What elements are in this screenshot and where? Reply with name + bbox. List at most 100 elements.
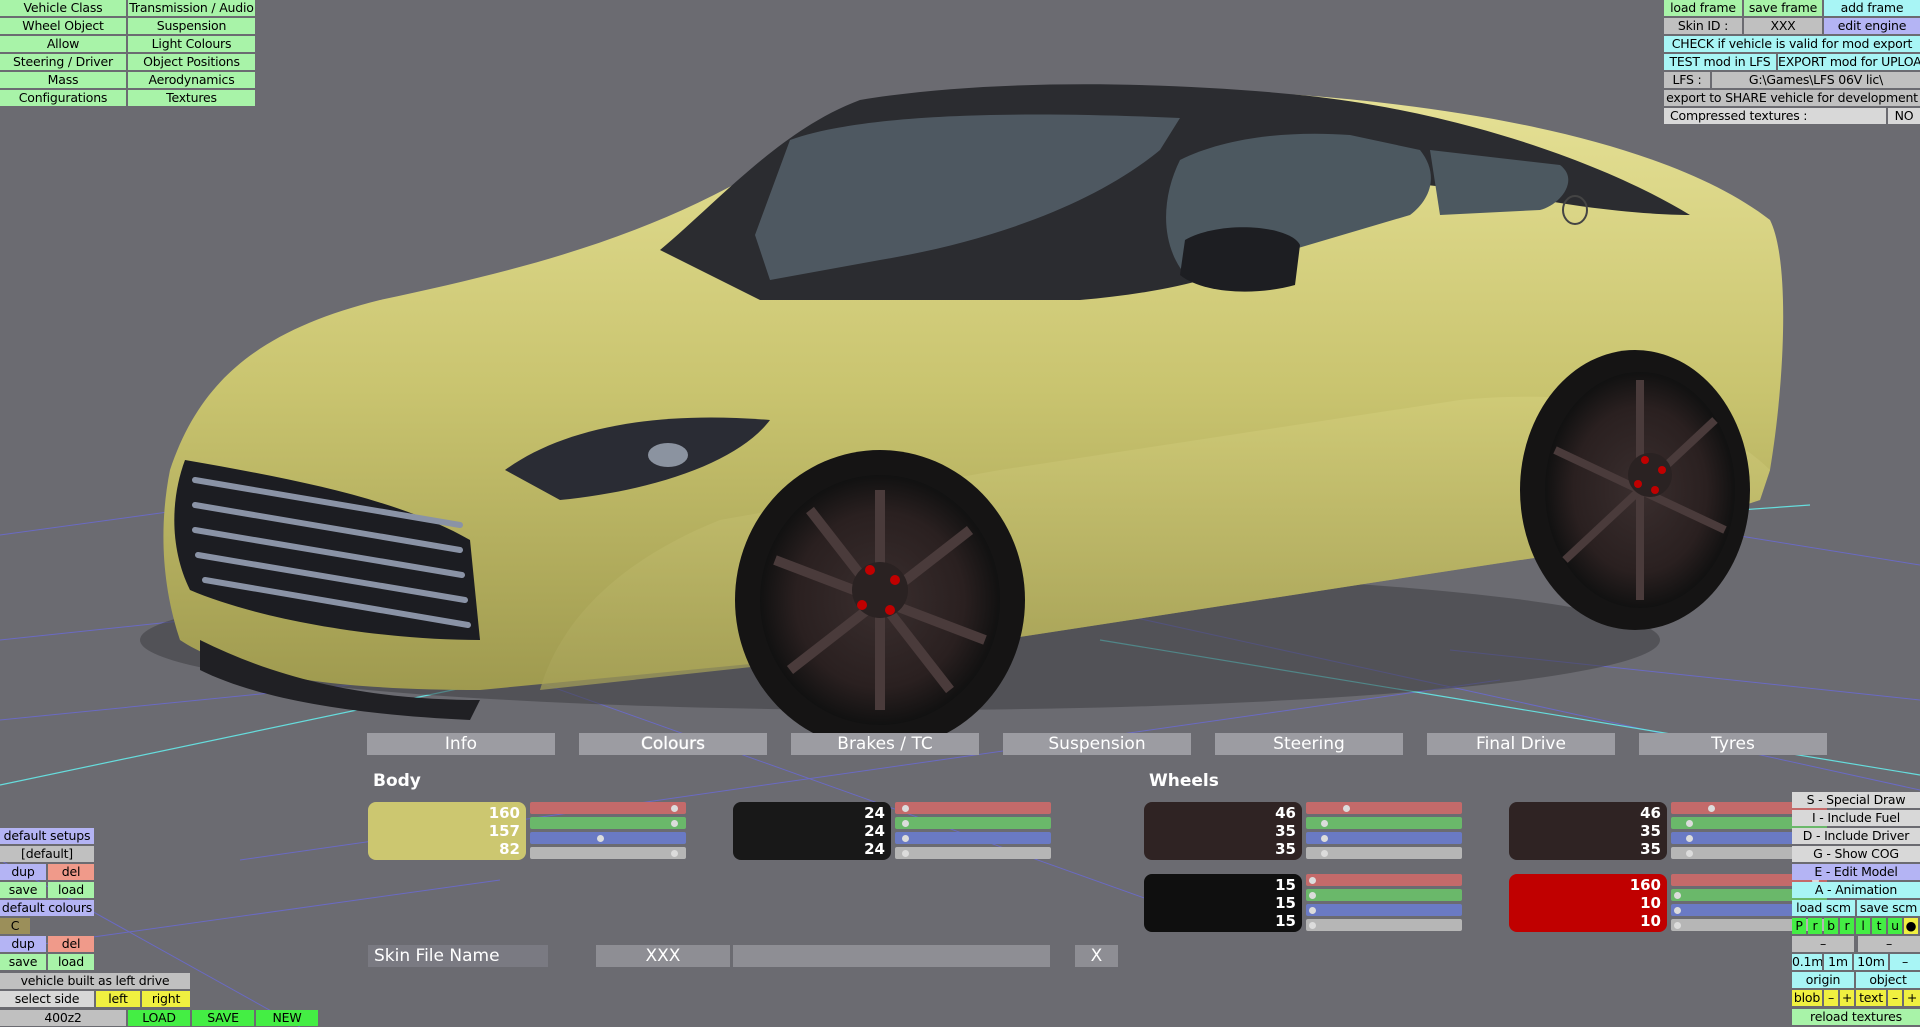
slider-alpha-wheel-a[interactable] — [1306, 847, 1462, 859]
slider-red-wheel-c[interactable] — [1306, 874, 1462, 886]
suspension-button[interactable]: Suspension — [128, 18, 255, 34]
display-flag-7[interactable]: ● — [1904, 918, 1918, 934]
steering-driver-button[interactable]: Steering / Driver — [0, 54, 126, 70]
reload-textures-button[interactable]: reload textures — [1792, 1009, 1920, 1025]
display-flag-3[interactable]: r — [1840, 918, 1854, 934]
slider-green-body-second[interactable] — [895, 817, 1051, 829]
animation-button[interactable]: A - Animation — [1792, 882, 1920, 898]
model-load-button[interactable]: LOAD — [128, 1010, 190, 1026]
model-new-button[interactable]: NEW — [256, 1010, 318, 1026]
slider-knob[interactable] — [902, 820, 909, 827]
slider-knob[interactable] — [671, 850, 678, 857]
vehicle-3d-viewport[interactable] — [0, 0, 1920, 1027]
slider-knob[interactable] — [1309, 877, 1316, 884]
slider-alpha-wheel-c[interactable] — [1306, 919, 1462, 931]
slider-knob[interactable] — [1309, 922, 1316, 929]
side-right-button[interactable]: right — [142, 991, 190, 1007]
text-plus-button[interactable]: + — [1904, 990, 1920, 1006]
slider-blue-wheel-c[interactable] — [1306, 904, 1462, 916]
display-flag-4[interactable]: l — [1856, 918, 1870, 934]
aerodynamics-button[interactable]: Aerodynamics — [128, 72, 255, 88]
allow-button[interactable]: Allow — [0, 36, 126, 52]
slider-knob[interactable] — [1686, 820, 1693, 827]
step-1m-button[interactable]: 1m — [1824, 954, 1852, 970]
skin-id-value[interactable]: XXX — [1744, 18, 1822, 34]
default-setups-button[interactable]: default setups — [0, 828, 94, 844]
default-setup-item[interactable]: [default] — [0, 846, 94, 862]
object-button[interactable]: object — [1856, 972, 1920, 988]
wheel-object-button[interactable]: Wheel Object — [0, 18, 126, 34]
slider-knob[interactable] — [1309, 892, 1316, 899]
display-flag-1[interactable]: r — [1808, 918, 1822, 934]
slider-alpha-body-second[interactable] — [895, 847, 1051, 859]
vehicle-class-button[interactable]: Vehicle Class — [0, 0, 126, 16]
slider-knob[interactable] — [671, 820, 678, 827]
save-frame-button[interactable]: save frame — [1744, 0, 1822, 16]
skin-file-name-value[interactable]: XXX — [596, 945, 730, 967]
setup-del-button[interactable]: del — [48, 864, 94, 880]
step-0-1m-button[interactable]: 0.1m — [1792, 954, 1822, 970]
slider-knob[interactable] — [1309, 907, 1316, 914]
mass-button[interactable]: Mass — [0, 72, 126, 88]
slider-knob[interactable] — [1321, 850, 1328, 857]
display-flag-5[interactable]: t — [1872, 918, 1886, 934]
slider-knob[interactable] — [1686, 850, 1693, 857]
light-colours-button[interactable]: Light Colours — [128, 36, 255, 52]
show-cog-button[interactable]: G - Show COG — [1792, 846, 1920, 862]
check-valid-button[interactable]: CHECK if vehicle is valid for mod export — [1664, 36, 1920, 52]
display-flag-2[interactable]: b — [1824, 918, 1838, 934]
slider-green-wheel-a[interactable] — [1306, 817, 1462, 829]
slider-knob[interactable] — [1708, 805, 1715, 812]
slider-alpha-body-main[interactable] — [530, 847, 686, 859]
colour-swatch-wheel-d[interactable]: 160 10 10 — [1509, 874, 1667, 932]
tab-steering[interactable]: Steering — [1215, 733, 1403, 755]
test-mod-button[interactable]: TEST mod in LFS — [1664, 54, 1776, 70]
step-10m-button[interactable]: 10m — [1854, 954, 1888, 970]
tab-colours[interactable]: Colours — [579, 733, 767, 755]
text-minus-button[interactable]: – — [1888, 990, 1902, 1006]
slider-knob[interactable] — [1686, 835, 1693, 842]
slider-blue-body-second[interactable] — [895, 832, 1051, 844]
colour-del-button[interactable]: del — [48, 936, 94, 952]
slider-knob[interactable] — [1321, 820, 1328, 827]
skin-close-button[interactable]: X — [1075, 945, 1118, 967]
model-name-field[interactable]: 400z2 — [0, 1010, 126, 1026]
include-fuel-button[interactable]: I - Include Fuel — [1792, 810, 1920, 826]
setup-dup-button[interactable]: dup — [0, 864, 46, 880]
tab-brakes-tc[interactable]: Brakes / TC — [791, 733, 979, 755]
slider-blue-wheel-a[interactable] — [1306, 832, 1462, 844]
colour-swatch-wheel-a[interactable]: 46 35 35 — [1144, 802, 1302, 860]
slider-red-body-second[interactable] — [895, 802, 1051, 814]
colour-swatch-wheel-b[interactable]: 46 35 35 — [1509, 802, 1667, 860]
blob-plus-button[interactable]: + — [1840, 990, 1854, 1006]
setup-load-button[interactable]: load — [48, 882, 94, 898]
edit-model-button[interactable]: E - Edit Model — [1792, 864, 1920, 880]
blob-minus-button[interactable]: – — [1824, 990, 1838, 1006]
include-driver-button[interactable]: D - Include Driver — [1792, 828, 1920, 844]
special-draw-button[interactable]: S - Special Draw — [1792, 792, 1920, 808]
object-positions-button[interactable]: Object Positions — [128, 54, 255, 70]
tab-suspension[interactable]: Suspension — [1003, 733, 1191, 755]
default-colours-button[interactable]: default colours — [0, 900, 94, 916]
compressed-textures-toggle[interactable]: NO — [1888, 108, 1920, 124]
setup-save-button[interactable]: save — [0, 882, 46, 898]
slider-knob[interactable] — [1343, 805, 1350, 812]
slider-blue-body-main[interactable] — [530, 832, 686, 844]
colour-swatch-body-second[interactable]: 24 24 24 — [733, 802, 891, 860]
tab-tyres[interactable]: Tyres — [1639, 733, 1827, 755]
colour-swatch-wheel-c[interactable]: 15 15 15 — [1144, 874, 1302, 932]
load-frame-button[interactable]: load frame — [1664, 0, 1742, 16]
colour-save-button[interactable]: save — [0, 954, 46, 970]
display-flag-6[interactable]: u — [1888, 918, 1902, 934]
slider-red-wheel-a[interactable] — [1306, 802, 1462, 814]
step-minus-button[interactable]: – — [1890, 954, 1920, 970]
colour-dup-button[interactable]: dup — [0, 936, 46, 952]
slider-knob[interactable] — [1321, 835, 1328, 842]
tab-info[interactable]: Info — [367, 733, 555, 755]
colour-swatch-body-main[interactable]: 160 157 82 — [368, 802, 526, 860]
step-minus-left[interactable]: – — [1792, 936, 1854, 952]
slider-knob[interactable] — [1674, 922, 1681, 929]
display-flag-0[interactable]: P — [1792, 918, 1806, 934]
slider-knob[interactable] — [671, 805, 678, 812]
slider-knob[interactable] — [902, 850, 909, 857]
